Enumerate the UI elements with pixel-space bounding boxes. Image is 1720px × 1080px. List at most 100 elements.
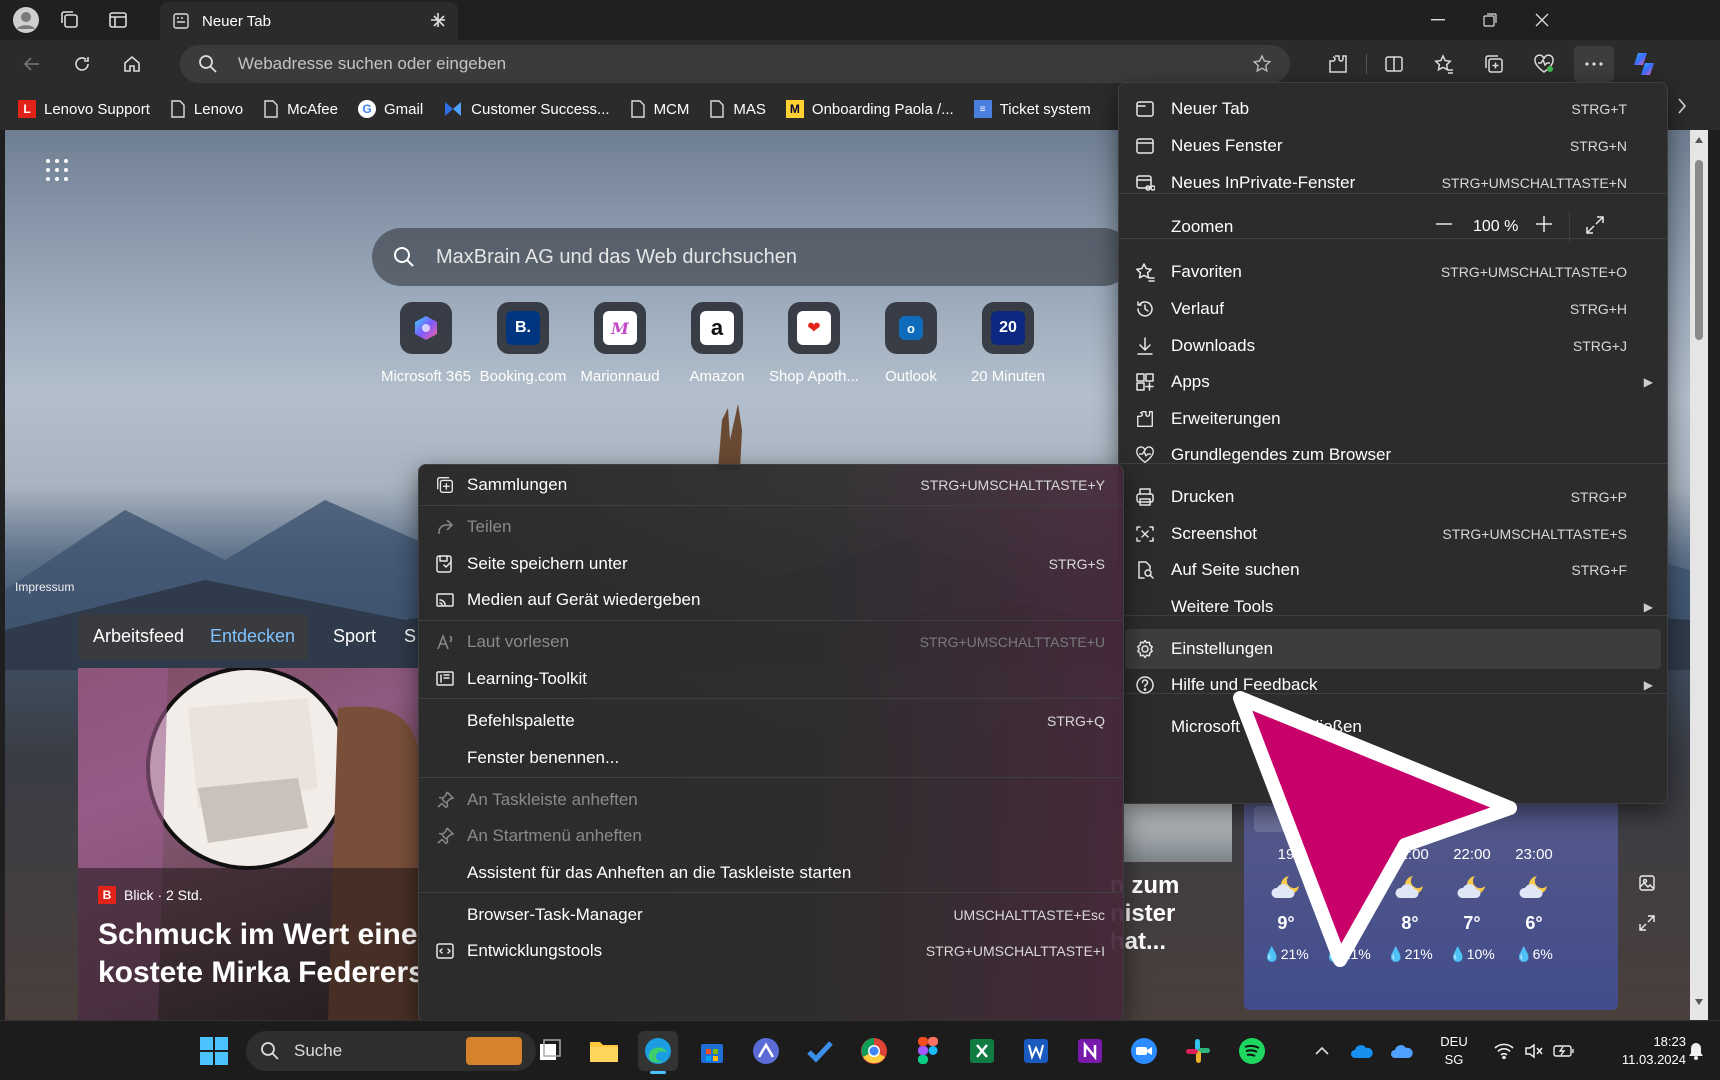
app-launcher-grid-icon[interactable] [45, 158, 69, 182]
menu-item-einstellungen[interactable]: Einstellungen [1125, 629, 1661, 669]
scrollbar-thumb[interactable] [1695, 160, 1703, 340]
notification-bell-icon[interactable] [1680, 1031, 1712, 1071]
favorites-icon[interactable] [1424, 46, 1464, 82]
menu-item-auf-seite-suchen[interactable]: Auf Seite suchen STRG+F [1119, 550, 1667, 590]
wifi-icon[interactable] [1488, 1031, 1520, 1071]
word-icon[interactable] [1016, 1031, 1056, 1071]
tools-item-assistent-für-das-anheften-an-die-taskleiste-starten[interactable]: Assistent für das Anheften an die Taskle… [419, 853, 1123, 893]
bookmark-lenovo[interactable]: Lenovo [170, 100, 243, 118]
edge-icon[interactable] [638, 1031, 678, 1074]
tools-item-entwicklungstools[interactable]: Entwicklungstools STRG+UMSCHALTTASTE+I [419, 931, 1123, 971]
copilot-icon[interactable] [1624, 46, 1664, 82]
scroll-down-icon[interactable] [1694, 998, 1704, 1006]
excel-icon[interactable] [962, 1031, 1002, 1071]
menu-item-verlauf[interactable]: Verlauf STRG+H [1119, 289, 1667, 329]
reload-icon[interactable] [62, 46, 102, 82]
menu-item-drucken[interactable]: Drucken STRG+P [1119, 477, 1667, 517]
bookmark-mcafee[interactable]: McAfee [263, 100, 338, 118]
menu-item-zoomen[interactable]: Zoomen 100 % [1119, 207, 1667, 247]
settings-more-icon[interactable] [1574, 46, 1614, 82]
onenote-icon[interactable] [1070, 1031, 1110, 1071]
collections-icon[interactable] [1474, 46, 1514, 82]
tools-item-befehlspalette[interactable]: Befehlspalette STRG+Q [419, 701, 1123, 741]
bookmark-customer-success[interactable]: Customer Success... [443, 100, 610, 118]
zoom-in-icon[interactable] [1535, 215, 1553, 233]
quicklink-booking[interactable]: B. Booking.com [470, 302, 576, 385]
spotify-icon[interactable] [1232, 1031, 1272, 1071]
quicklink-microsoft-365[interactable]: Microsoft 365 [373, 302, 479, 385]
new-tab-plus-icon[interactable] [420, 4, 456, 36]
menu-item-screenshot[interactable]: Screenshot STRG+UMSCHALTTASTE+S [1119, 514, 1667, 554]
bookmark-mcm[interactable]: MCM [630, 100, 689, 118]
back-icon[interactable] [12, 46, 52, 82]
newtab-search-box[interactable]: MaxBrain AG und das Web durchsuchen [372, 228, 1132, 286]
news-card[interactable]: B Blick · 2 Std. Schmuck im Wert eines k… [78, 668, 418, 1020]
tools-item-seite-speichern-unter[interactable]: Seite speichern unter STRG+S [419, 544, 1123, 584]
restore-icon[interactable] [1462, 0, 1518, 40]
minimize-icon[interactable] [1410, 0, 1466, 40]
wallpaper-image-icon[interactable] [1638, 874, 1656, 892]
quicklink-shop-apotheke[interactable]: ❤ Shop Apoth... [761, 302, 867, 385]
tab-arbeitsfeed[interactable]: Arbeitsfeed [93, 626, 184, 647]
split-screen-icon[interactable] [1374, 46, 1414, 82]
favorite-star-icon[interactable] [1252, 54, 1272, 74]
fullscreen-icon[interactable] [1585, 215, 1605, 235]
clock[interactable]: 18:23 11.03.2024 [1586, 1033, 1686, 1069]
tab-sport[interactable]: Sport [333, 626, 376, 647]
browser-essentials-icon[interactable] [1524, 46, 1564, 82]
battery-charging-icon[interactable] [1548, 1031, 1580, 1071]
tab-entdecken[interactable]: Entdecken [210, 626, 295, 647]
zoom-icon[interactable] [1124, 1031, 1164, 1071]
maxbrain-app-icon[interactable] [746, 1031, 786, 1071]
menu-item-downloads[interactable]: Downloads STRG+J [1119, 326, 1667, 366]
profile-avatar-icon[interactable] [8, 4, 44, 36]
menu-item-favoriten[interactable]: Favoriten STRG+UMSCHALTTASTE+O [1119, 252, 1667, 292]
bookmark-onboarding-paola[interactable]: M Onboarding Paola /... [785, 100, 954, 118]
tab-partial[interactable]: S [404, 626, 416, 647]
address-bar[interactable]: Webadresse suchen oder eingeben [180, 45, 1290, 83]
bookmark-lenovo-support[interactable]: L Lenovo Support [18, 100, 150, 118]
impressum-link[interactable]: Impressum [15, 580, 74, 594]
home-icon[interactable] [112, 46, 152, 82]
tab-new-tab[interactable]: Neuer Tab [160, 2, 458, 40]
menu-item-apps[interactable]: Apps ▶ [1119, 362, 1667, 402]
tools-item-medien-auf-gerät-wiedergeben[interactable]: Medien auf Gerät wiedergeben [419, 580, 1123, 620]
todo-icon[interactable] [800, 1031, 840, 1071]
language-indicator[interactable]: DEU SG [1434, 1033, 1474, 1069]
quicklink-amazon[interactable]: a Amazon [664, 302, 770, 385]
slack-icon[interactable] [1178, 1031, 1218, 1071]
bookmark-gmail[interactable]: G Gmail [358, 100, 423, 118]
file-explorer-icon[interactable] [584, 1031, 624, 1071]
quicklink-marionnaud[interactable]: M Marionnaud [567, 302, 673, 385]
chrome-icon[interactable] [854, 1031, 894, 1071]
zoom-out-icon[interactable] [1435, 215, 1453, 233]
scroll-up-icon[interactable] [1694, 136, 1704, 144]
taskbar-search[interactable]: Suche [246, 1031, 536, 1071]
microsoft-store-icon[interactable] [692, 1031, 732, 1071]
windows-start-icon[interactable] [194, 1031, 234, 1071]
show-hidden-icons-chevron-icon[interactable] [1302, 1031, 1342, 1071]
volume-muted-icon[interactable] [1518, 1031, 1550, 1071]
menu-item-neues-fenster[interactable]: Neues Fenster STRG+N [1119, 126, 1667, 166]
figma-icon[interactable] [908, 1031, 948, 1071]
news-card-2-image[interactable] [1122, 800, 1232, 862]
tools-item-learning-toolkit[interactable]: Learning-Toolkit [419, 659, 1123, 699]
quicklink-outlook[interactable]: o Outlook [858, 302, 964, 385]
tab-actions-icon[interactable] [100, 4, 136, 36]
tools-item-sammlungen[interactable]: Sammlungen STRG+UMSCHALTTASTE+Y [419, 465, 1123, 505]
menu-item-neues-inprivate-fenster[interactable]: Neues InPrivate-Fenster STRG+UMSCHALTTAST… [1119, 163, 1667, 203]
menu-item-weitere-tools[interactable]: Weitere Tools ▶ [1119, 587, 1667, 627]
expand-icon[interactable] [1638, 914, 1656, 932]
task-view-icon[interactable] [530, 1031, 570, 1071]
tools-item-fenster-benennen[interactable]: Fenster benennen... [419, 738, 1123, 778]
extensions-icon[interactable] [1318, 46, 1358, 82]
workspaces-icon[interactable] [52, 4, 88, 36]
onedrive-icon[interactable] [1342, 1031, 1382, 1071]
bookmark-mas[interactable]: MAS [709, 100, 766, 118]
page-scrollbar[interactable] [1690, 130, 1708, 1020]
menu-item-erweiterungen[interactable]: Erweiterungen [1119, 399, 1667, 439]
bookmark-ticket-system[interactable]: ≡ Ticket system [973, 100, 1091, 118]
tools-item-browser-task-manager[interactable]: Browser-Task-Manager UMSCHALTTASTE+Esc [419, 895, 1123, 935]
close-window-icon[interactable] [1514, 0, 1570, 40]
menu-item-grundlegendes-zum-browser[interactable]: Grundlegendes zum Browser [1119, 435, 1667, 475]
